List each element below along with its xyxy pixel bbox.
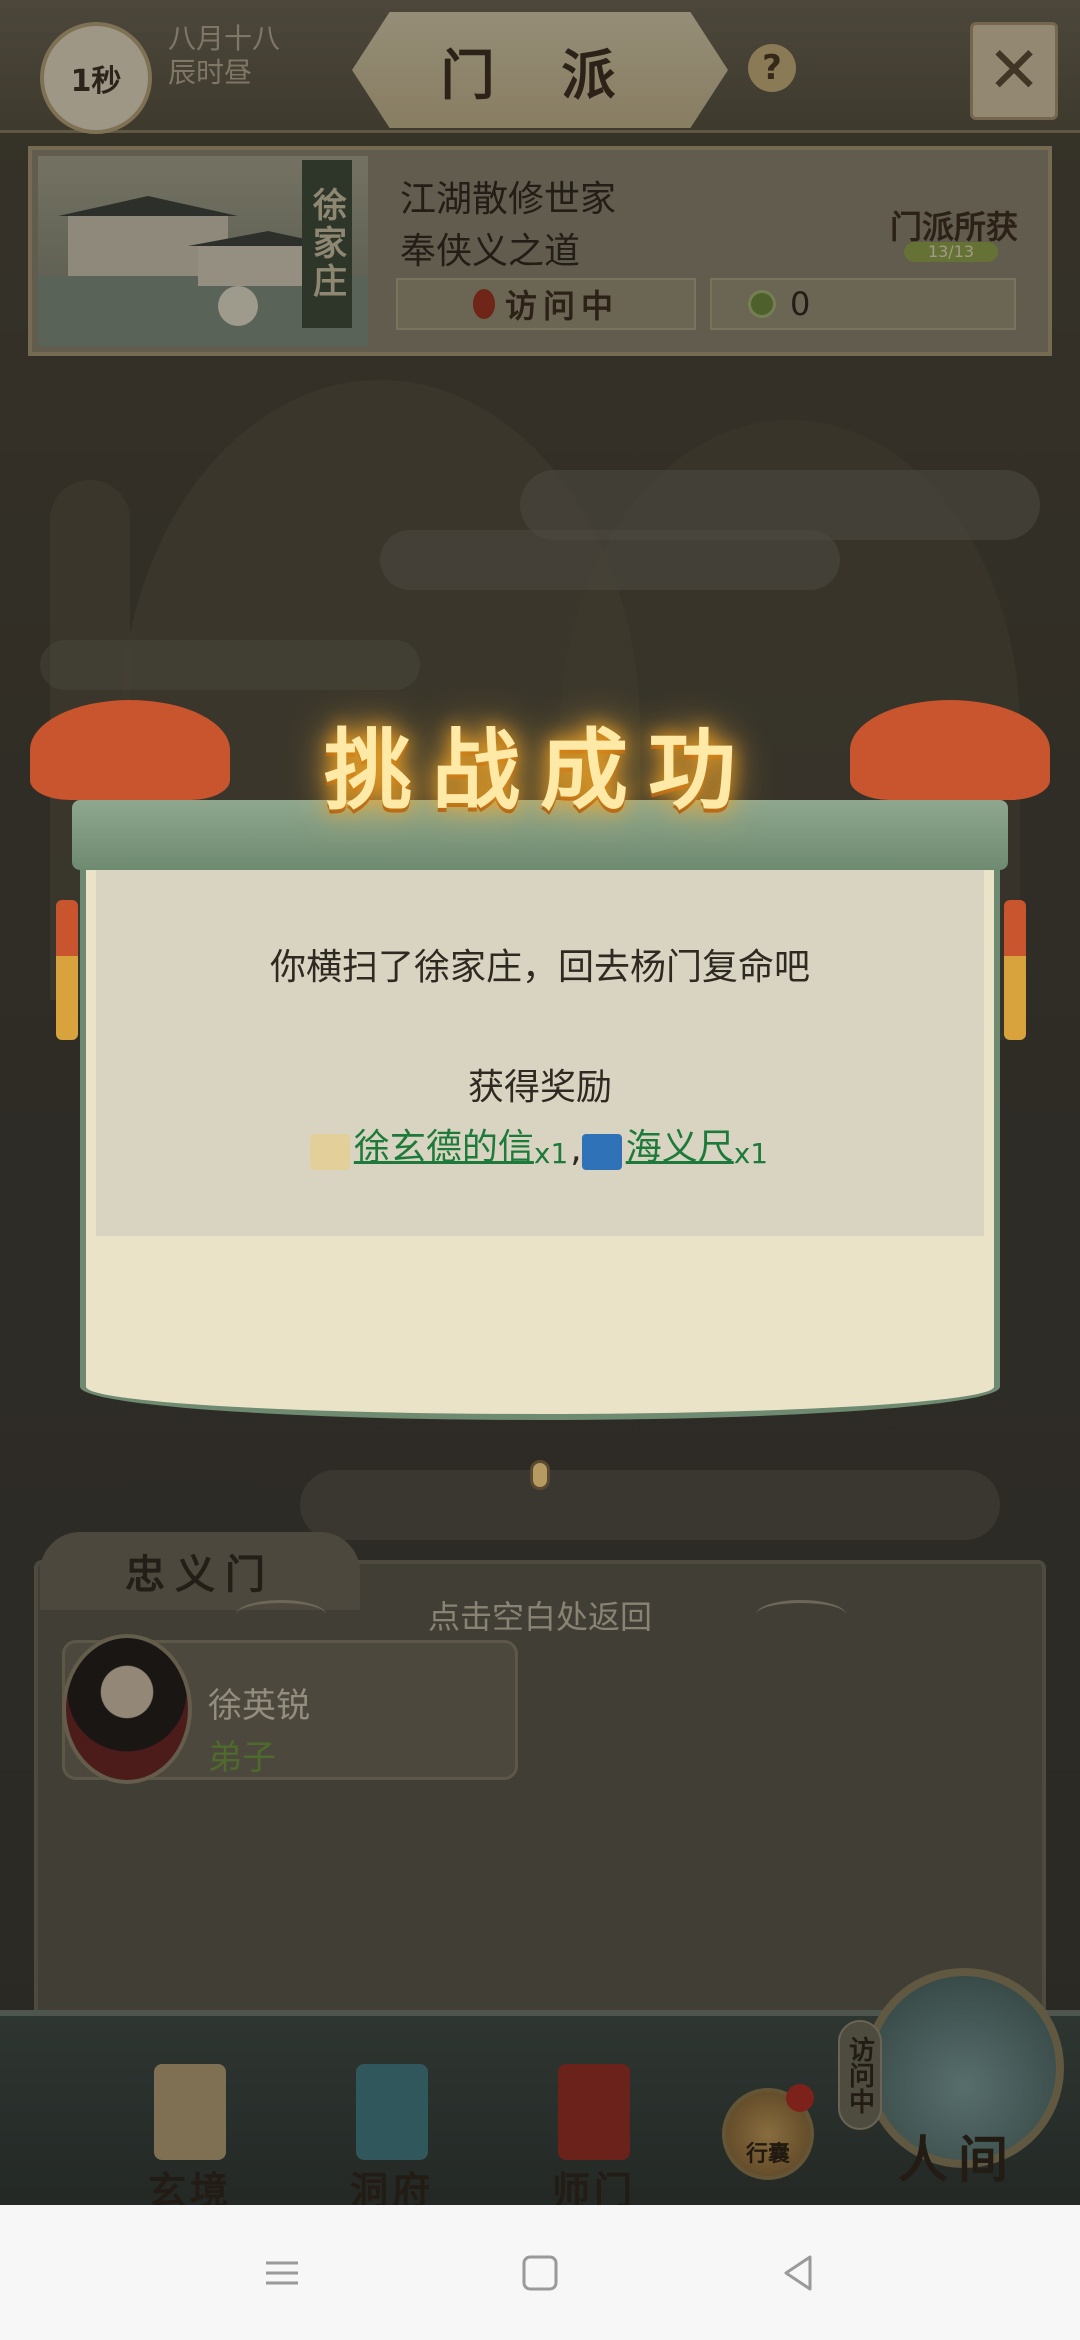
back-icon[interactable] xyxy=(776,2251,820,2295)
reward-quantity: x1 xyxy=(733,1137,769,1170)
home-icon[interactable] xyxy=(518,2251,562,2295)
popup-message: 你横扫了徐家庄，回去杨门复命吧 xyxy=(269,947,810,988)
reward-item-link[interactable]: 海义尺 xyxy=(626,1118,734,1170)
reward-heading: 获得奖励 xyxy=(467,1067,612,1108)
tassel-right xyxy=(1004,900,1026,1040)
scroll-pin-icon xyxy=(530,1460,550,1490)
ribbon-left xyxy=(30,700,230,800)
popup-content-band xyxy=(96,870,984,1236)
ribbon-right xyxy=(850,700,1050,800)
ruler-weapon-icon xyxy=(581,1134,622,1170)
reward-quantity: x1 xyxy=(533,1137,569,1170)
reward-item-link[interactable]: 徐玄德的信 xyxy=(354,1118,534,1170)
challenge-success-title: 挑战成功 xyxy=(323,718,756,822)
system-navigation-bar xyxy=(0,2205,1080,2340)
letter-scroll-icon xyxy=(309,1134,350,1170)
reward-list: 徐玄德的信 x1 , 海义尺 x1 xyxy=(120,1118,960,1170)
reward-separator: , xyxy=(570,1129,582,1170)
menu-icon[interactable] xyxy=(260,2251,304,2295)
tassel-left xyxy=(56,900,78,1040)
